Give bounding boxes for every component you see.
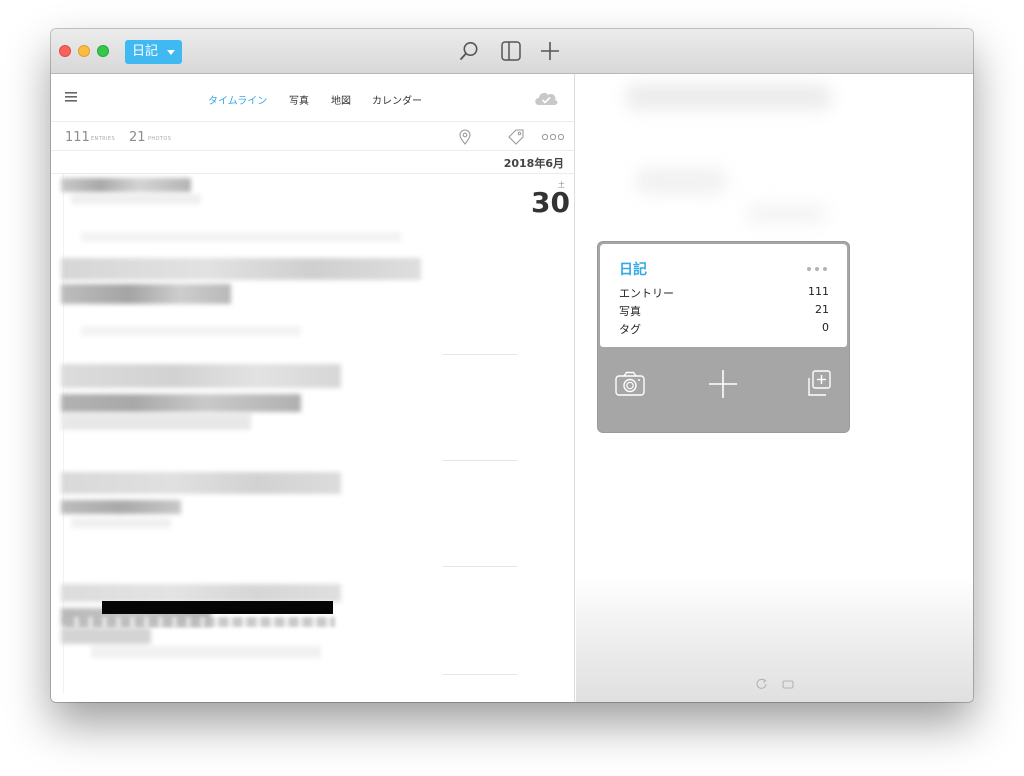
- entries-count: 111: [65, 130, 90, 145]
- view-tabs: タイムライン 写真 地図 カレンダー: [51, 74, 574, 122]
- titlebar: 日記: [51, 29, 973, 74]
- maximize-window-button[interactable]: [97, 45, 109, 57]
- divider: [443, 566, 517, 567]
- widget-row-label: 写真: [619, 305, 641, 318]
- journal-widget: 日記 エントリー 111 写真 21 タグ 0: [598, 242, 849, 432]
- cloud-sync-icon[interactable]: [532, 88, 560, 108]
- widget-row-entries: エントリー 111: [619, 285, 829, 301]
- entry-preview-blurred: [81, 230, 411, 246]
- widget-row-value: 111: [808, 285, 829, 298]
- entries-label: ENTRIES: [91, 136, 116, 142]
- close-window-button[interactable]: [59, 45, 71, 57]
- widget-row-value: 21: [815, 303, 829, 316]
- widget-row-value: 0: [822, 321, 829, 334]
- widget-row-photos: 写真 21: [619, 303, 829, 319]
- location-pin-icon[interactable]: [456, 128, 474, 146]
- divider: [443, 674, 517, 675]
- screen: 日記 タイムライン 写真 地図 カレンダー 111 ENTRIES 21 PHO…: [0, 0, 1024, 776]
- tab-map[interactable]: 地図: [331, 92, 351, 107]
- timeline-pane: タイムライン 写真 地図 カレンダー 111 ENTRIES 21 PHOTOS: [51, 74, 575, 702]
- tab-calendar[interactable]: カレンダー: [372, 92, 422, 107]
- blurred-content: [626, 84, 831, 110]
- entry-metadata-blurred: [65, 617, 335, 627]
- minimize-window-button[interactable]: [78, 45, 90, 57]
- entry-preview-blurred[interactable]: [61, 178, 221, 208]
- stats-bar: 111 ENTRIES 21 PHOTOS: [51, 122, 574, 151]
- entry-preview-blurred: [81, 324, 311, 338]
- widget-row-label: タグ: [619, 323, 641, 336]
- redacted-text: [102, 601, 333, 614]
- chevron-down-icon: [167, 50, 175, 55]
- divider: [443, 460, 517, 461]
- camera-icon[interactable]: [614, 368, 646, 400]
- bottom-toolbar-icons[interactable]: [754, 677, 794, 691]
- widget-summary-card[interactable]: 日記 エントリー 111 写真 21 タグ 0: [600, 244, 847, 347]
- journal-selector[interactable]: 日記: [125, 40, 182, 64]
- entry-preview-blurred[interactable]: [61, 258, 431, 308]
- widget-title: 日記: [619, 262, 647, 278]
- blurred-content: [746, 204, 826, 224]
- photos-label: PHOTOS: [148, 136, 172, 142]
- tab-timeline[interactable]: タイムライン: [208, 92, 267, 107]
- plus-icon[interactable]: [707, 368, 739, 400]
- entry-preview-blurred[interactable]: [61, 472, 351, 532]
- more-icon[interactable]: [541, 128, 565, 146]
- more-icon[interactable]: [806, 266, 828, 272]
- widget-row-label: エントリー: [619, 287, 674, 300]
- entry-preview-blurred[interactable]: [61, 364, 351, 434]
- tab-photos[interactable]: 写真: [289, 92, 309, 107]
- sidebar-icon[interactable]: [500, 40, 522, 62]
- photos-count: 21: [129, 130, 146, 145]
- divider: [443, 354, 517, 355]
- blurred-content: [636, 168, 726, 194]
- menu-icon[interactable]: [65, 92, 77, 102]
- tag-icon[interactable]: [507, 128, 525, 146]
- plus-icon[interactable]: [539, 40, 561, 62]
- search-icon[interactable]: [458, 40, 480, 62]
- journal-selector-label: 日記: [132, 44, 159, 59]
- month-header: 2018年6月: [503, 157, 564, 170]
- duplicate-icon[interactable]: [803, 368, 835, 400]
- widget-row-tags: タグ 0: [619, 321, 829, 337]
